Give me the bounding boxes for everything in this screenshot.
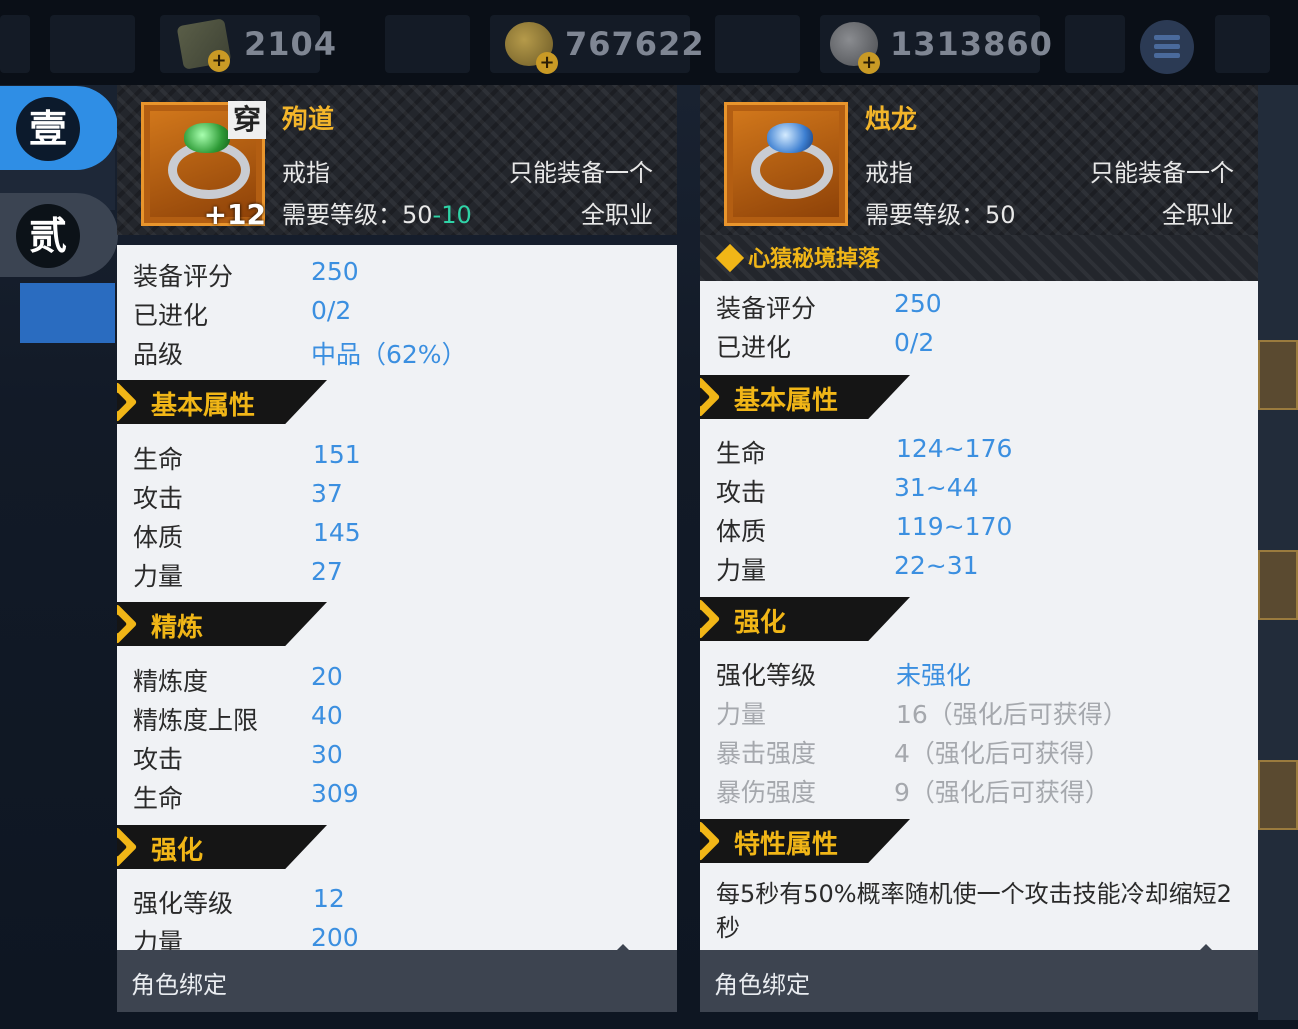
section-header-enhance: 强化 (700, 597, 910, 641)
star-icon (700, 820, 721, 862)
stat-row: 力量 22~31 (716, 551, 979, 585)
cash-value: 2104 (244, 25, 338, 63)
job-restriction: 全职业 (1162, 201, 1234, 229)
cube-icon (117, 381, 138, 423)
res-slot (1065, 15, 1125, 73)
star-icon (117, 603, 138, 645)
item-icon-frame: 穿 +12 (141, 101, 266, 231)
item-header: 穿 +12 殉道 戒指 只能装备一个 需要等级：50-10 全职业 (117, 85, 677, 235)
equip-limit: 只能装备一个 (509, 159, 653, 187)
compare-item-panel: 烛龙 戒指 只能装备一个 需要等级：50 全职业 心猿秘境掉落 装备评分 250 … (700, 85, 1258, 1012)
star-icon (117, 826, 138, 868)
bind-status: 角色绑定 (131, 971, 227, 999)
locked-stat-row: 暴击强度 4（强化后可获得） (716, 739, 1110, 768)
item-type: 戒指 (865, 159, 913, 187)
resource-bar: + 2104 + 767622 + 1313860 (0, 0, 1298, 85)
item-header: 烛龙 戒指 只能装备一个 需要等级：50 全职业 (700, 85, 1258, 235)
menu-button[interactable] (1140, 20, 1194, 74)
stat-row: 体质 119~170 (716, 512, 1013, 546)
green-gem-icon (184, 123, 230, 153)
stat-row: 精炼度上限 40 (133, 701, 343, 735)
stat-row: 强化等级 未强化 (716, 661, 972, 690)
stat-row: 已进化 0/2 (716, 328, 935, 362)
bind-footer: 角色绑定 (700, 950, 1258, 1012)
stat-row: 攻击 37 (133, 479, 343, 513)
bg-item-list (1258, 80, 1298, 1020)
stat-row: 力量 27 (133, 557, 343, 591)
equipped-badge: 穿 (228, 101, 266, 139)
section-header-basic: 基本属性 (700, 375, 910, 419)
stat-row: 装备评分 250 (716, 289, 942, 323)
bg-decor (20, 283, 115, 343)
stat-row: 品级 中品（62%） (133, 340, 467, 369)
res-slot (715, 15, 800, 73)
stat-row: 体质 145 (133, 518, 361, 552)
trait-description: 每5秒有50%概率随机使一个攻击技能冷却缩短2秒 (716, 880, 1232, 942)
add-silver-button[interactable]: + (858, 52, 880, 74)
equipped-item-panel: 穿 +12 殉道 戒指 只能装备一个 需要等级：50-10 全职业 装备评分 25… (117, 85, 677, 1012)
required-level: 需要等级：50-10 (282, 201, 472, 229)
item-icon-frame (724, 102, 848, 226)
item-stats-body: 装备评分 250 已进化 0/2 基本属性 生命 124~176 攻击 31~44 体质… (700, 281, 1258, 950)
stat-row: 攻击 31~44 (716, 473, 979, 507)
stat-row: 强化等级 12 (133, 884, 345, 918)
blue-gem-icon (767, 123, 813, 153)
item-stats-body: 装备评分 250 已进化 0/2 品级 中品（62%） 基本属性 生命 151 攻击 37… (117, 245, 677, 950)
cube-icon (700, 376, 721, 418)
star-icon (700, 598, 721, 640)
bg-item-slot (1258, 340, 1298, 410)
res-slot (50, 15, 135, 73)
stat-row: 装备评分 250 (133, 257, 359, 291)
job-restriction: 全职业 (581, 201, 653, 229)
res-slot (0, 15, 30, 73)
equip-limit: 只能装备一个 (1090, 159, 1234, 187)
tab-two[interactable]: 贰 (0, 193, 118, 277)
bind-status: 角色绑定 (714, 971, 810, 999)
item-name: 殉道 (282, 105, 335, 135)
item-name: 烛龙 (865, 105, 918, 135)
stat-row: 力量 200 (133, 923, 359, 950)
section-header-refine: 精炼 (117, 602, 327, 646)
stat-row: 精炼度 20 (133, 662, 343, 696)
stat-row: 已进化 0/2 (133, 296, 352, 330)
add-cash-button[interactable]: + (208, 50, 230, 72)
item-source: 心猿秘境掉落 (748, 247, 881, 272)
tab-one[interactable]: 壹 (0, 86, 118, 170)
section-header-trait: 特性属性 (700, 819, 910, 863)
silver-value: 1313860 (890, 25, 1053, 63)
stat-row: 生命 151 (133, 440, 361, 474)
stat-row: 攻击 30 (133, 740, 343, 774)
gold-value: 767622 (565, 25, 705, 63)
item-type: 戒指 (282, 159, 330, 187)
section-header-basic: 基本属性 (117, 380, 327, 424)
enhance-level-badge: +12 (203, 198, 266, 231)
add-gold-button[interactable]: + (536, 52, 558, 74)
item-source-banner: 心猿秘境掉落 (700, 235, 1258, 281)
locked-stat-row: 暴伤强度 9（强化后可获得） (716, 778, 1110, 807)
bg-item-slot (1258, 760, 1298, 830)
required-level: 需要等级：50 (865, 201, 1016, 229)
stat-row: 生命 124~176 (716, 434, 1013, 468)
bind-footer: 角色绑定 (117, 950, 677, 1012)
tab-one-label: 壹 (16, 97, 80, 161)
res-slot (385, 15, 470, 73)
res-slot (1215, 15, 1270, 73)
tab-two-label: 贰 (16, 204, 80, 268)
stat-row: 生命 309 (133, 779, 359, 813)
bg-item-slot (1258, 550, 1298, 620)
diamond-icon (715, 243, 745, 273)
locked-stat-row: 力量 16（强化后可获得） (716, 700, 1128, 729)
section-header-enhance: 强化 (117, 825, 327, 869)
